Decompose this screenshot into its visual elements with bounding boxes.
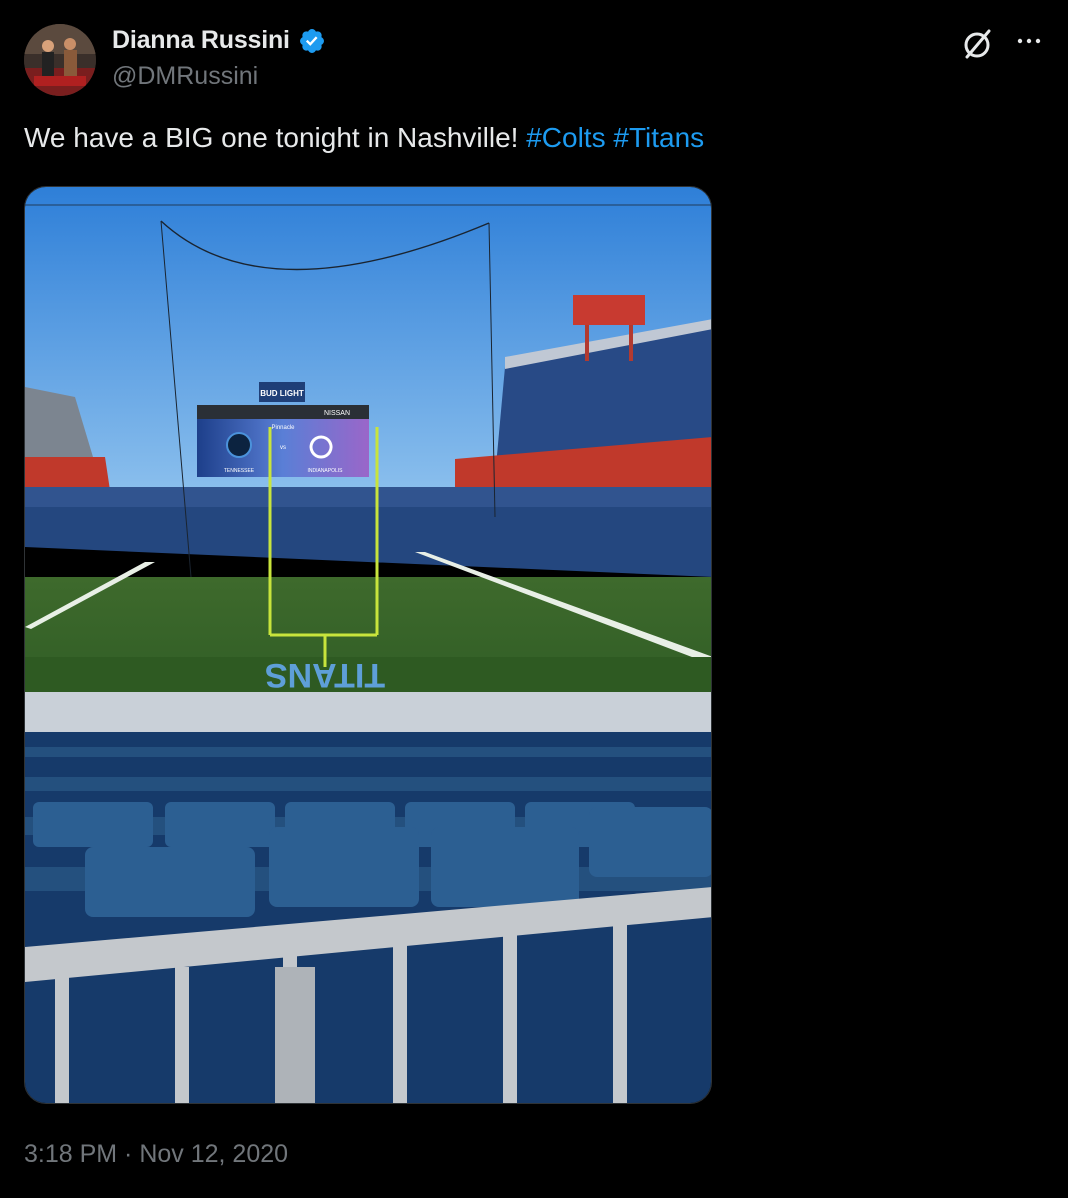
hashtag-colts[interactable]: #Colts	[526, 122, 605, 153]
display-name[interactable]: Dianna Russini	[112, 26, 290, 55]
avatar-photo	[24, 24, 96, 96]
scoreboard-top-text: BUD LIGHT	[260, 389, 304, 398]
avatar[interactable]	[24, 24, 96, 96]
stadium-photo: BUD LIGHT NISSAN Pinnacle vs TENNESSEE I…	[25, 187, 711, 1103]
titans-logo	[226, 432, 252, 458]
more-horizontal-icon[interactable]	[1014, 26, 1044, 56]
tweet-timestamp[interactable]: 3:18 PM · Nov 12, 2020	[24, 1140, 288, 1169]
scoreboard-right-text: INDIANAPOLIS	[307, 468, 343, 474]
scoreboard-left-text: TENNESSEE	[224, 468, 255, 474]
tweet-photo[interactable]: BUD LIGHT NISSAN Pinnacle vs TENNESSEE I…	[24, 186, 712, 1104]
scoreboard-sponsor-text: NISSAN	[324, 410, 350, 417]
tweet-card: Dianna Russini @DMRussini We have a BIG …	[0, 0, 1068, 1198]
tweet-body: We have a BIG one tonight in Nashville!	[24, 122, 519, 153]
author-handle[interactable]: @DMRussini	[112, 62, 258, 91]
hashtag-titans[interactable]: #Titans	[613, 122, 704, 153]
tweet-text: We have a BIG one tonight in Nashville! …	[24, 122, 704, 154]
scoreboard-label-text: Pinnacle	[271, 425, 295, 431]
grok-slash-circle-icon[interactable]	[960, 26, 996, 62]
verified-badge-icon	[298, 27, 326, 55]
scoreboard-vs-text: vs	[280, 445, 286, 451]
author-name-row: Dianna Russini	[112, 26, 326, 55]
